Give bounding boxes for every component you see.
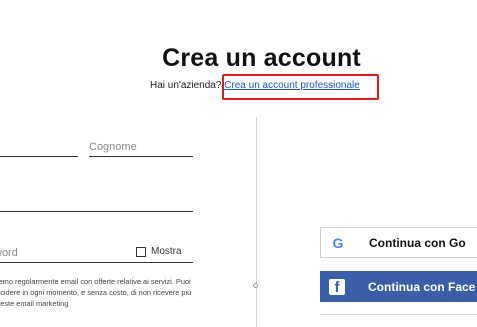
- vertical-divider: [256, 117, 257, 327]
- google-button-label: Continua con Go: [369, 235, 466, 250]
- facebook-signin-button[interactable]: f Continua con Face: [320, 271, 477, 302]
- email-field[interactable]: [0, 192, 193, 212]
- marketing-consent-text: eremo regolarmente email con offerte rel…: [0, 277, 192, 308]
- google-signin-button[interactable]: G Continua con Go: [320, 227, 477, 258]
- facebook-button-label: Continua con Face: [368, 279, 476, 294]
- divider-dot: [253, 283, 258, 288]
- highlight-box: [222, 74, 379, 100]
- first-name-field[interactable]: [0, 137, 78, 157]
- facebook-icon: f: [320, 278, 354, 296]
- first-name-input[interactable]: [0, 137, 78, 157]
- last-name-field[interactable]: [89, 137, 193, 157]
- show-password-checkbox[interactable]: [136, 246, 146, 257]
- last-name-input[interactable]: [89, 137, 193, 157]
- business-prompt: Hai un'azienda?: [150, 80, 222, 91]
- show-password-label: Mostra: [151, 246, 182, 257]
- show-password-toggle[interactable]: Mostra: [136, 246, 182, 257]
- google-icon: G: [332, 234, 344, 251]
- email-input[interactable]: [0, 192, 193, 212]
- page-title: Crea un account: [162, 44, 361, 72]
- next-button-edge: [320, 314, 477, 315]
